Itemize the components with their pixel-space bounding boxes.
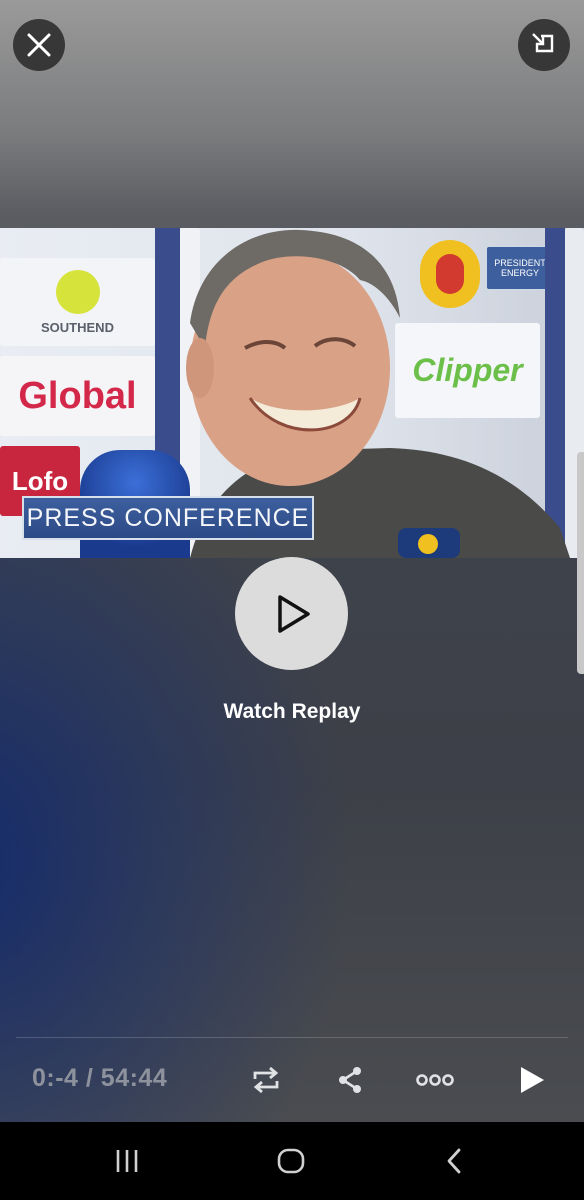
play-icon (277, 594, 310, 633)
repeat-icon (253, 1066, 279, 1094)
home-icon (277, 1148, 305, 1174)
share-icon (339, 1067, 361, 1093)
press-conference-banner: PRESS CONFERENCE (22, 496, 314, 540)
recents-button[interactable] (105, 1140, 149, 1182)
progress-track[interactable] (16, 1037, 568, 1038)
play-button[interactable] (511, 1060, 551, 1100)
play-icon (521, 1067, 544, 1093)
picture-in-picture-button[interactable] (518, 19, 570, 71)
more-icon (416, 1074, 454, 1086)
close-icon (27, 33, 51, 57)
home-button[interactable] (269, 1140, 313, 1182)
sponsor-label-global: Global (18, 374, 137, 417)
recents-icon (116, 1150, 138, 1172)
video-thumbnail[interactable]: SOUTHEND Global Lofo Clipper PRESIDENT E… (0, 228, 584, 558)
picture-in-picture-icon (532, 33, 554, 53)
edge-panel-handle[interactable] (577, 452, 584, 674)
watch-replay-label[interactable]: Watch Replay (0, 700, 584, 724)
sponsor-label-southend: SOUTHEND (41, 319, 114, 335)
sponsor-board-southend: SOUTHEND (0, 258, 155, 346)
time-display: 0:-4 / 54:44 (32, 1064, 168, 1092)
share-button[interactable] (330, 1060, 370, 1100)
back-icon (447, 1148, 461, 1174)
close-button[interactable] (13, 19, 65, 71)
repeat-button[interactable] (246, 1060, 286, 1100)
sponsor-label-partial: Lofo (11, 465, 69, 496)
watch-replay-play-button[interactable] (235, 557, 348, 670)
system-navigation-bar (0, 1122, 584, 1200)
sponsor-board-global: Global (0, 356, 155, 436)
tennis-ball-logo (55, 269, 100, 314)
back-button[interactable] (432, 1140, 476, 1182)
more-button[interactable] (414, 1060, 456, 1100)
